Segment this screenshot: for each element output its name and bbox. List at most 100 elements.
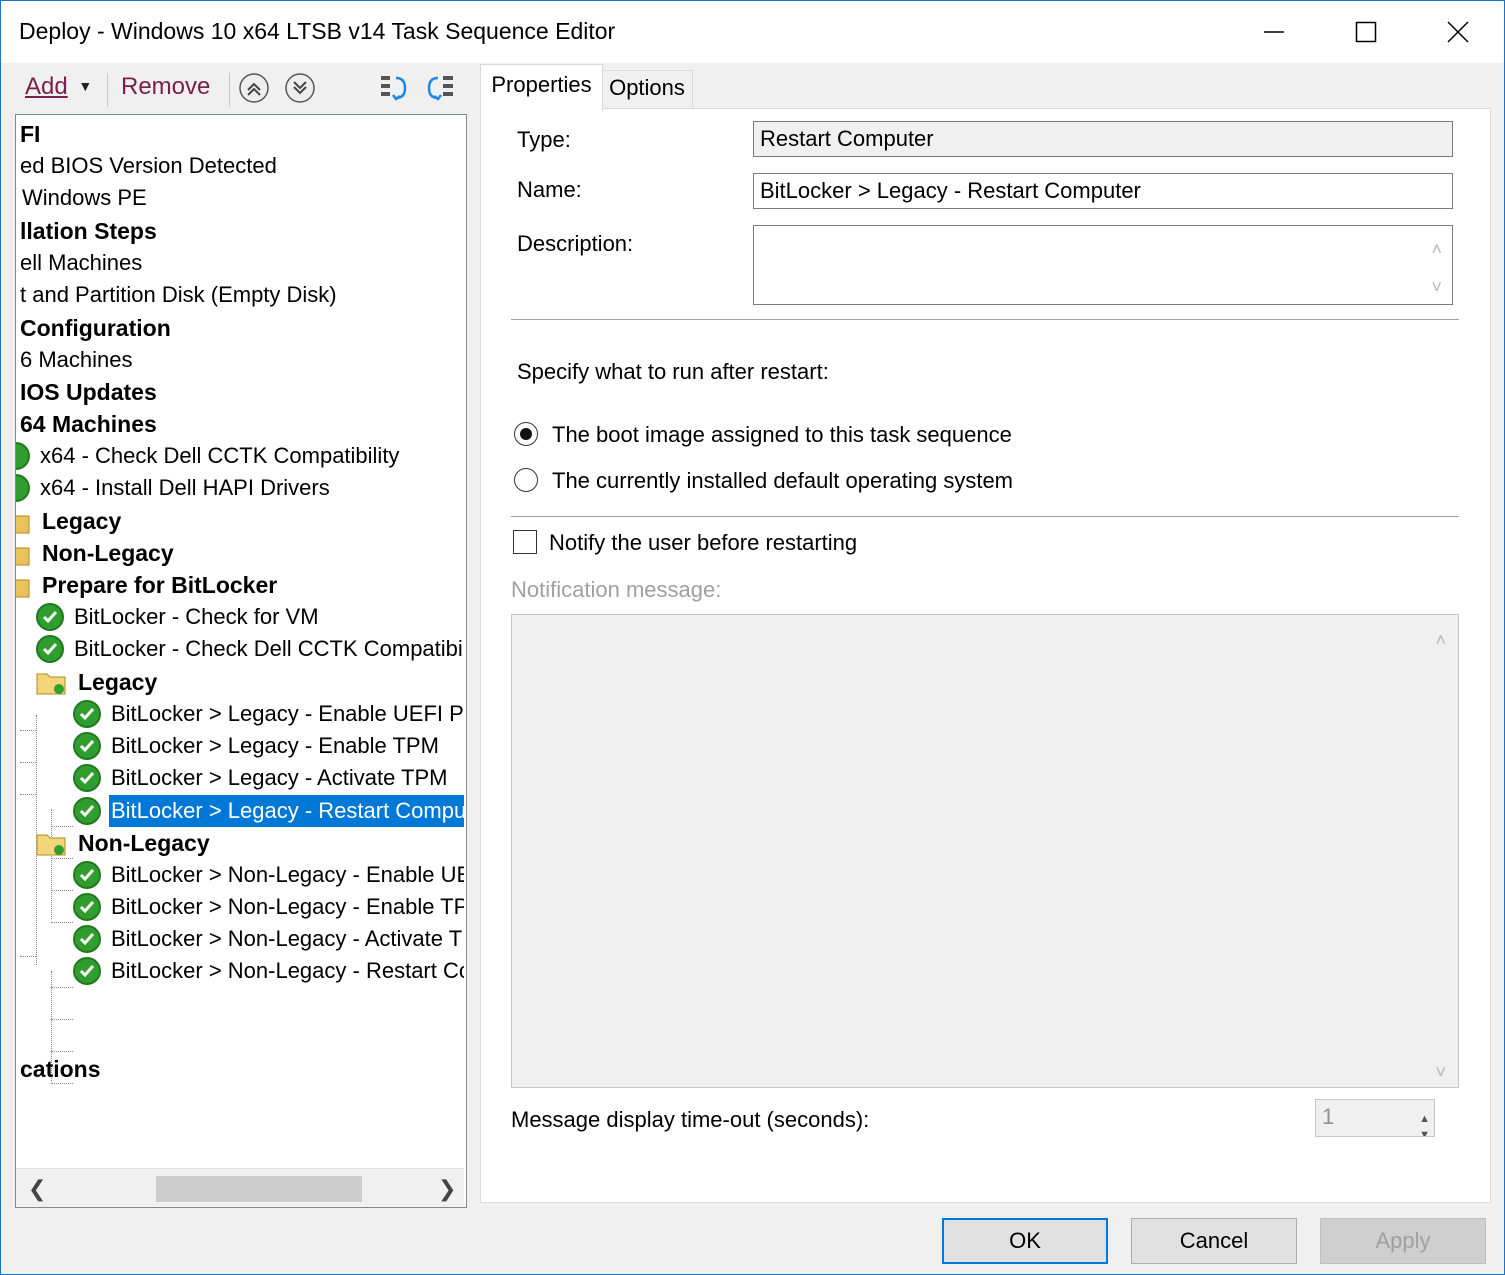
tree-item[interactable]: BitLocker > Non-Legacy - Restart Co (73, 955, 464, 987)
tree-content: FI ed BIOS Version Detected Windows PE l… (16, 115, 464, 1167)
name-label: Name: (517, 177, 582, 202)
tree-item-label: t and Partition Disk (Empty Disk) (20, 282, 337, 307)
tree-item-label: Prepare for BitLocker (42, 572, 278, 598)
tree-item[interactable]: BitLocker > Legacy - Enable UEFI P) (73, 698, 464, 730)
scroll-up-icon: ˄ (1431, 239, 1442, 259)
tree-item[interactable]: BitLocker > Legacy - Activate TPM (73, 762, 449, 794)
success-check-icon (73, 764, 101, 792)
tree-item[interactable]: 64 Machines (18, 408, 159, 440)
tree-item[interactable]: 6 Machines (18, 344, 135, 376)
tree-item[interactable]: BitLocker > Non-Legacy - Enable TP (73, 891, 464, 923)
tree-item-label: Legacy (78, 669, 158, 695)
folder-icon (16, 540, 30, 566)
tree-item-label: Non-Legacy (42, 540, 174, 566)
tree-item-label: BitLocker - Check for VM (74, 604, 319, 629)
expand-all-button[interactable] (423, 71, 457, 105)
description-textarea[interactable]: ˄ ˅ (753, 225, 1453, 305)
success-check-icon (73, 925, 101, 953)
tree-item-label: llation Steps (20, 218, 157, 244)
success-check-icon (73, 700, 101, 728)
boot-image-radio[interactable] (514, 422, 538, 446)
minimize-button[interactable] (1228, 1, 1320, 63)
tree-item-label: ed BIOS Version Detected (20, 153, 277, 178)
tree-connector (20, 794, 36, 795)
move-down-button[interactable] (283, 71, 317, 105)
tab-properties[interactable]: Properties (480, 64, 603, 111)
tree-item[interactable]: x64 - Install Dell HAPI Drivers (16, 472, 332, 504)
scroll-down-icon: ˅ (1431, 277, 1442, 297)
tree-item-group[interactable]: Legacy (16, 505, 123, 537)
tree-toolbar: Add ▼ Remove (15, 67, 467, 111)
tree-connector (20, 730, 36, 731)
tree-item-label: Configuration (20, 315, 171, 341)
toolbar-separator (107, 73, 108, 107)
tree-item-label: cations (20, 1056, 101, 1082)
tree-item[interactable]: BitLocker - Check Dell CCTK Compatibilit (36, 633, 464, 665)
success-check-icon (73, 893, 101, 921)
tree-item-label: BitLocker > Legacy - Enable UEFI P) (111, 701, 464, 726)
tree-item[interactable]: BitLocker > Non-Legacy - Activate T (73, 923, 464, 955)
cancel-button[interactable]: Cancel (1131, 1218, 1297, 1264)
remove-button[interactable]: Remove (121, 73, 210, 101)
timeout-value: 1 (1322, 1104, 1335, 1129)
task-sequence-tree[interactable]: FI ed BIOS Version Detected Windows PE l… (15, 114, 467, 1208)
tree-connector (51, 922, 73, 923)
move-up-button[interactable] (237, 71, 271, 105)
notification-message-textarea: ˄ ˅ (511, 614, 1459, 1088)
tree-item-label: BitLocker - Check Dell CCTK Compatibilit (74, 636, 464, 661)
tree-connector (20, 956, 36, 957)
tree-item[interactable]: Configuration (18, 312, 173, 344)
tree-item-label: BitLocker > Legacy - Restart Comput (109, 795, 464, 827)
tree-connector (51, 987, 73, 988)
tree-item[interactable]: BitLocker > Legacy - Enable TPM (73, 730, 441, 762)
tree-connector (51, 1019, 73, 1020)
default-os-radio-label[interactable]: The currently installed default operatin… (552, 468, 1013, 494)
tree-item-group[interactable]: Non-Legacy (16, 537, 176, 569)
scroll-right-icon[interactable]: ❯ (438, 1176, 456, 1202)
tree-item-label: 64 Machines (20, 411, 157, 437)
tab-options[interactable]: Options (601, 70, 693, 109)
timeout-spinner: 1 ▲ ▼ (1315, 1099, 1435, 1137)
notify-user-label[interactable]: Notify the user before restarting (549, 530, 857, 556)
tree-item-label: IOS Updates (20, 379, 157, 405)
success-check-icon (16, 442, 30, 470)
task-sequence-editor-window: Deploy - Windows 10 x64 LTSB v14 Task Se… (0, 0, 1505, 1275)
tree-item[interactable]: cations (18, 1053, 103, 1085)
add-menu-button[interactable]: Add ▼ (25, 73, 92, 101)
scroll-down-icon: ˅ (1435, 1062, 1446, 1082)
tree-item[interactable]: Windows PE (20, 182, 149, 214)
tree-item-group[interactable]: Non-Legacy (36, 827, 212, 859)
tree-item[interactable]: t and Partition Disk (Empty Disk) (18, 279, 339, 311)
tree-item-label: BitLocker > Non-Legacy - Enable UE (111, 862, 464, 887)
tree-item[interactable]: llation Steps (18, 215, 159, 247)
close-icon (1447, 21, 1469, 43)
name-input[interactable]: BitLocker > Legacy - Restart Computer (753, 173, 1453, 209)
success-check-icon (73, 797, 101, 825)
tree-horizontal-scrollbar[interactable]: ❮ ❯ (16, 1168, 464, 1207)
maximize-button[interactable] (1320, 1, 1412, 63)
tree-item-label: BitLocker > Legacy - Activate TPM (111, 765, 448, 790)
tree-item[interactable]: ed BIOS Version Detected (18, 150, 279, 182)
notify-user-checkbox[interactable] (513, 530, 537, 554)
folder-check-icon (36, 669, 66, 695)
spin-down-icon: ▼ (1419, 1129, 1430, 1137)
collapse-all-button[interactable] (377, 71, 411, 105)
boot-image-radio-label[interactable]: The boot image assigned to this task seq… (552, 422, 1012, 448)
tree-item[interactable]: x64 - Check Dell CCTK Compatibility (16, 440, 401, 472)
tree-item[interactable]: FI (18, 118, 42, 150)
tree-item[interactable]: ell Machines (18, 247, 144, 279)
scrollbar-thumb[interactable] (156, 1176, 362, 1202)
default-os-radio[interactable] (514, 468, 538, 492)
apply-button[interactable]: Apply (1320, 1218, 1486, 1264)
tree-item[interactable]: BitLocker - Check for VM (36, 601, 321, 633)
close-button[interactable] (1412, 1, 1504, 63)
tree-item-group[interactable]: Prepare for BitLocker (16, 569, 279, 601)
tree-item[interactable]: BitLocker > Non-Legacy - Enable UE (73, 859, 464, 891)
tree-item-selected[interactable]: BitLocker > Legacy - Restart Comput (73, 795, 464, 827)
tree-item[interactable]: IOS Updates (18, 376, 159, 408)
success-check-icon (73, 861, 101, 889)
tree-item-label: BitLocker > Non-Legacy - Restart Co (111, 958, 464, 983)
tree-item-group[interactable]: Legacy (36, 666, 159, 698)
ok-button[interactable]: OK (942, 1218, 1108, 1264)
scroll-left-icon[interactable]: ❮ (28, 1176, 46, 1202)
